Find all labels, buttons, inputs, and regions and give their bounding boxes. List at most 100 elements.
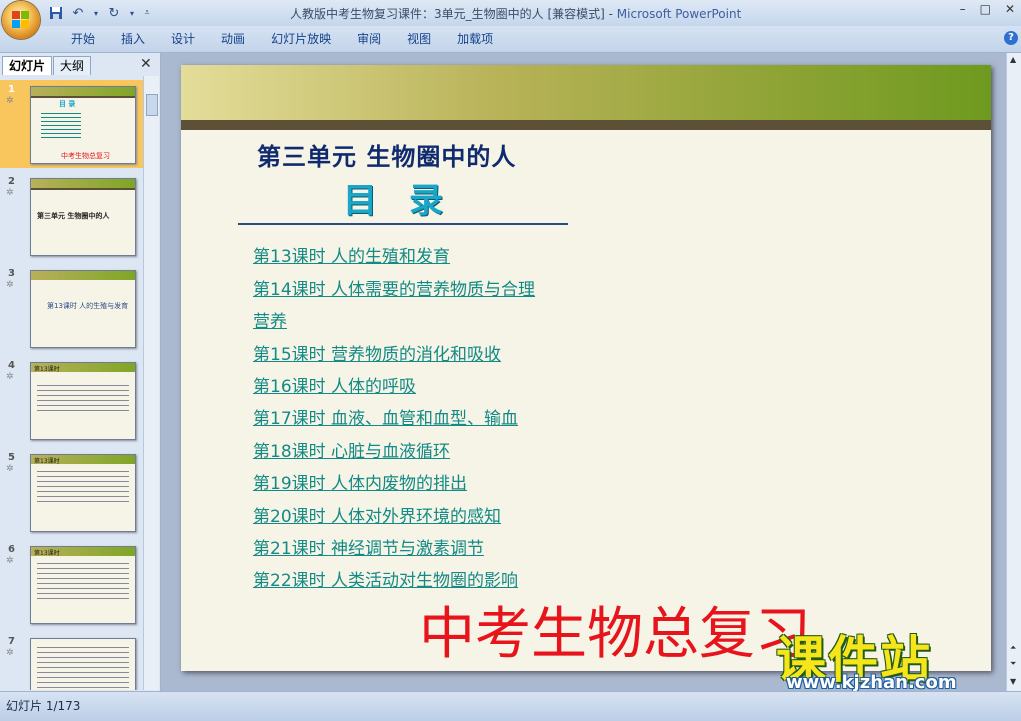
slide-number: 3	[8, 268, 15, 279]
toc-link-17[interactable]: 第17课时 血液、血管和血型、输血	[253, 404, 518, 429]
document-title: 人教版中考生物复习课件：3单元_生物圈中的人 [兼容模式]	[290, 7, 605, 21]
undo-icon[interactable]: ↶	[70, 5, 86, 21]
slide-preview: 第三单元 生物圈中的人	[30, 178, 136, 256]
slide-number: 2	[8, 176, 15, 187]
toc-link-20[interactable]: 第20课时 人体对外界环境的感知	[253, 502, 501, 527]
tab-home[interactable]: 开始	[58, 30, 108, 48]
tab-addins[interactable]: 加载项	[444, 30, 506, 48]
tab-outline[interactable]: 大纲	[53, 56, 92, 75]
slide-number: 1	[8, 84, 15, 95]
scroll-thumb[interactable]	[146, 94, 158, 116]
customize-toolbar-icon[interactable]: ⩡	[142, 5, 152, 21]
tab-design[interactable]: 设计	[158, 30, 208, 48]
toc-link-16[interactable]: 第16课时 人体的呼吸	[253, 372, 416, 397]
toc-link-22[interactable]: 第22课时 人类活动对生物圈的影响	[253, 566, 518, 591]
slide-number: 7	[8, 636, 15, 647]
toc-link-18[interactable]: 第18课时 心脏与血液循环	[253, 437, 450, 462]
tab-animations[interactable]: 动画	[208, 30, 258, 48]
current-slide[interactable]: 第三单元 生物圈中的人 目录 第13课时 人的生殖和发育 第14课时 人体需要的…	[181, 65, 991, 671]
unit-title: 第三单元 生物圈中的人	[257, 143, 517, 171]
transition-star-icon: ✲	[6, 372, 14, 382]
slide-header-rule	[181, 120, 991, 130]
slide-thumbnail-list: 1 ✲ 目 录 中考生物总复习 2 ✲ 第三单元 生物圈中的人 3 ✲ 第13课…	[0, 76, 143, 690]
next-slide-icon[interactable]: ⏷	[1010, 659, 1016, 669]
preview-title: 目 录	[59, 100, 76, 108]
toc-link-21[interactable]: 第21课时 神经调节与激素调节	[253, 534, 484, 559]
slide-counter: 幻灯片 1/173	[6, 699, 81, 713]
quick-access-toolbar: ↶ ▾ ↻ ▾ ⩡	[48, 4, 152, 22]
slide-thumbnail-4[interactable]: 4 ✲ 第13课时	[0, 356, 143, 444]
preview-title: 第13课时 人的生殖与发育	[47, 302, 129, 310]
toc-underline	[238, 223, 568, 225]
pane-tabs: 幻灯片 大纲	[0, 54, 160, 75]
ribbon-tabs: 开始 插入 设计 动画 幻灯片放映 审阅 视图 加载项	[58, 30, 506, 48]
preview-text-lines	[37, 647, 129, 690]
preview-text-lines	[37, 471, 129, 506]
previous-slide-icon[interactable]: ⏶	[1010, 643, 1016, 653]
tab-slides[interactable]: 幻灯片	[2, 56, 53, 75]
slide-thumbnail-2[interactable]: 2 ✲ 第三单元 生物圈中的人	[0, 172, 143, 260]
review-banner: 中考生物总复习	[419, 602, 811, 667]
office-button[interactable]	[2, 1, 40, 39]
preview-header-rule	[31, 96, 135, 98]
help-icon[interactable]: ?	[1004, 31, 1018, 45]
preview-text-lines	[37, 563, 129, 603]
tab-review[interactable]: 审阅	[344, 30, 394, 48]
preview-header-rule	[31, 188, 135, 190]
preview-footer: 中考生物总复习	[61, 152, 110, 160]
slide-preview: 第13课时 人的生殖与发育	[30, 270, 136, 348]
toc-link-13[interactable]: 第13课时 人的生殖和发育	[253, 242, 450, 267]
slide-thumbnail-7[interactable]: 7 ✲	[0, 632, 143, 690]
save-icon[interactable]	[48, 5, 64, 21]
preview-title: 第13课时	[34, 550, 60, 557]
transition-star-icon: ✲	[6, 464, 14, 474]
preview-title: 第13课时	[34, 458, 60, 465]
preview-title: 第13课时	[34, 366, 60, 373]
toc-link-19[interactable]: 第19课时 人体内废物的排出	[253, 469, 467, 494]
transition-star-icon: ✲	[6, 280, 14, 290]
preview-header-band	[31, 87, 135, 96]
slide-preview: 目 录 中考生物总复习	[30, 86, 136, 164]
preview-text-lines	[37, 385, 129, 415]
slide-preview: 第13课时	[30, 454, 136, 532]
slide-preview: 第13课时	[30, 362, 136, 440]
scroll-up-icon[interactable]: ▲	[1010, 55, 1016, 64]
slide-thumbnail-1[interactable]: 1 ✲ 目 录 中考生物总复习	[0, 80, 143, 168]
slide-thumbnail-3[interactable]: 3 ✲ 第13课时 人的生殖与发育	[0, 264, 143, 352]
slide-thumbnail-5[interactable]: 5 ✲ 第13课时	[0, 448, 143, 536]
office-logo-icon	[12, 11, 30, 29]
maximize-button[interactable]: □	[980, 2, 991, 16]
slide-header-band	[181, 65, 991, 120]
slide-preview: 第13课时	[30, 546, 136, 624]
watermark-url: www.kjzhan.com	[786, 672, 957, 693]
slide-number: 5	[8, 452, 15, 463]
minimize-button[interactable]: –	[960, 2, 966, 16]
transition-star-icon: ✲	[6, 556, 14, 566]
tab-insert[interactable]: 插入	[108, 30, 158, 48]
slide-preview	[30, 638, 136, 690]
tab-view[interactable]: 视图	[394, 30, 444, 48]
window-controls: – □ ✕	[960, 2, 1015, 16]
preview-header-band	[31, 179, 135, 188]
toc-link-14[interactable]: 第14课时 人体需要的营养物质与合理	[253, 275, 535, 300]
preview-title: 第三单元 生物圈中的人	[37, 212, 110, 220]
scroll-down-icon[interactable]: ▼	[1010, 677, 1016, 686]
thumbnail-scrollbar[interactable]	[143, 76, 159, 690]
toc-link-15[interactable]: 第15课时 营养物质的消化和吸收	[253, 340, 501, 365]
close-button[interactable]: ✕	[1005, 2, 1015, 16]
pane-close-button[interactable]: ✕	[140, 56, 152, 72]
title-separator: -	[604, 7, 617, 21]
dropdown-arrow-icon[interactable]: ▾	[92, 5, 100, 21]
tab-slideshow[interactable]: 幻灯片放映	[258, 30, 344, 48]
dropdown-arrow-icon[interactable]: ▾	[128, 5, 136, 21]
slide-number: 4	[8, 360, 15, 371]
slide-scrollbar[interactable]: ▲ ⏶ ⏷ ▼	[1006, 53, 1021, 691]
toc-title: 目录	[343, 181, 475, 221]
toc-link-14-cont[interactable]: 营养	[253, 307, 287, 332]
slide-thumbnail-6[interactable]: 6 ✲ 第13课时	[0, 540, 143, 628]
status-bar	[0, 691, 1021, 721]
preview-header-band	[31, 271, 135, 280]
transition-star-icon: ✲	[6, 188, 14, 198]
redo-icon[interactable]: ↻	[106, 5, 122, 21]
transition-star-icon: ✲	[6, 96, 14, 106]
